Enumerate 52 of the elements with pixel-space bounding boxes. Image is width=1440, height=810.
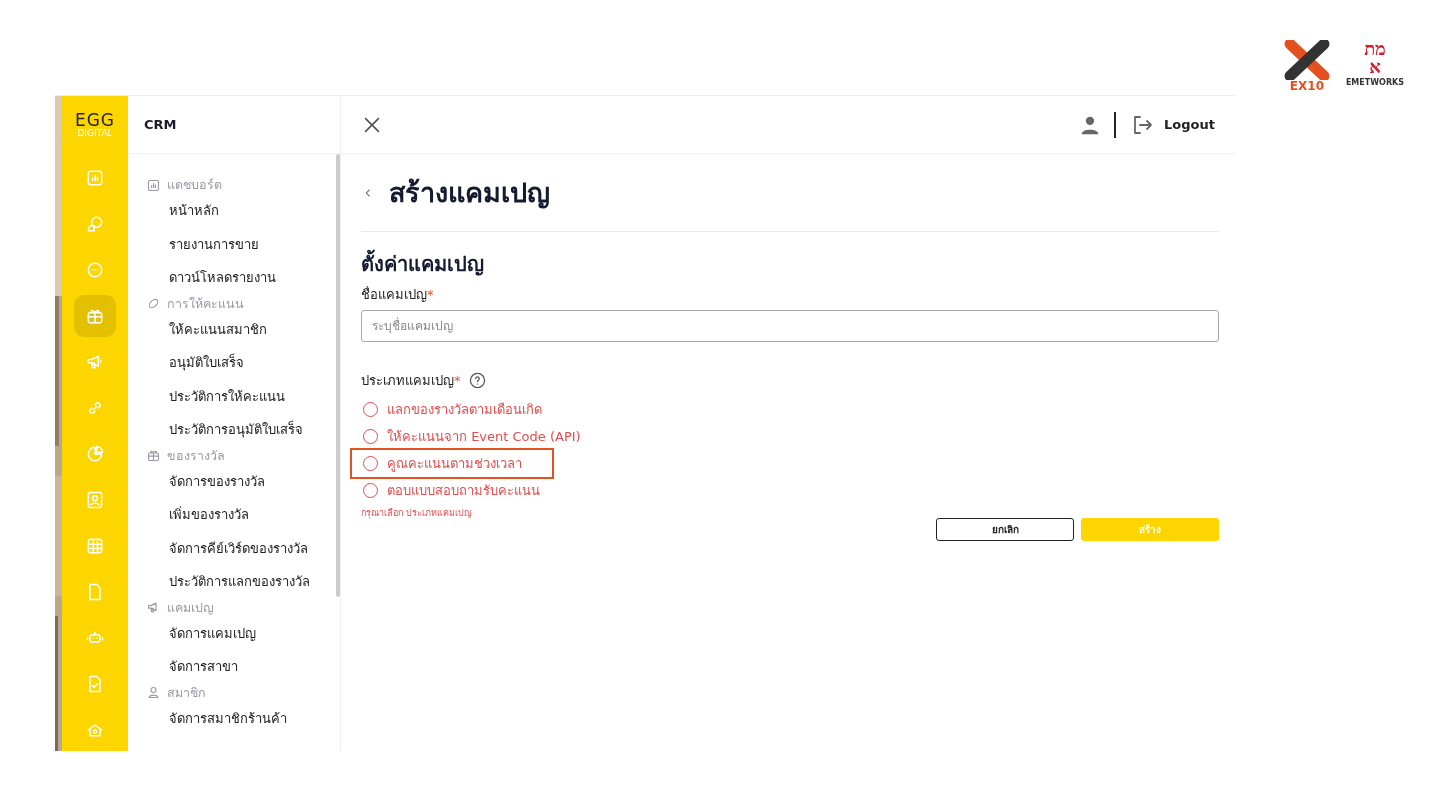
chat-icon — [85, 260, 105, 280]
menu-group-label: ของรางวัล — [167, 446, 225, 465]
gift-icon — [146, 448, 161, 463]
menu-item[interactable]: ประวัติการให้คะแนน — [169, 385, 285, 407]
menu-group-label: การให้คะแนน — [167, 294, 244, 313]
menu-item[interactable]: จัดการของรางวัล — [169, 470, 265, 492]
radio-option[interactable]: แลกของรางวัลตามเดือนเกิด — [361, 396, 548, 423]
grid-icon — [85, 536, 105, 556]
menu-item[interactable]: จัดการสาขา — [169, 656, 238, 678]
menu-item[interactable]: ดาวน์โหลดรายงาน — [169, 267, 276, 289]
megaphone-icon — [85, 352, 105, 372]
chat-bubbles-icon — [85, 214, 105, 234]
menu-item[interactable]: จัดการคีย์เวิร์ดของรางวัล — [169, 537, 308, 559]
bar-chart-icon — [146, 177, 161, 193]
logo-caption: EMETWORKS — [1345, 79, 1404, 87]
error-message: กรุณาเลือก ประเภทแคมเปญ — [361, 507, 473, 520]
field-label: ชื่อแคมเปญ* — [361, 285, 434, 304]
radio-option[interactable]: คูณคะแนนตามช่วงเวลา — [352, 450, 552, 477]
page-title: สร้างแคมเปญ — [389, 176, 550, 211]
menu-item[interactable]: หน้าหลัก — [169, 200, 219, 222]
menu-item[interactable]: ประวัติการแลกของรางวัล — [169, 571, 310, 593]
section-title: ตั้งค่าแคมเปญ — [361, 248, 1219, 280]
profile-card-icon — [85, 490, 105, 510]
brand-logo-text: DIGITAL — [77, 128, 113, 138]
menu-group-label: แคมเปญ — [167, 598, 214, 617]
rail-button[interactable] — [74, 295, 116, 337]
menu-item[interactable]: รายงานการขาย — [169, 233, 259, 255]
logo-text: EX10 — [1289, 80, 1324, 92]
menu-item[interactable]: ให้คะแนนสมาชิก — [169, 318, 267, 340]
menu-item[interactable]: อนุมัติใบเสร็จ — [169, 352, 244, 374]
menu-item[interactable]: ประวัติการอนุมัติใบเสร็จ — [169, 419, 303, 441]
logo-text: א — [1369, 58, 1381, 76]
app-title: CRM — [144, 117, 177, 132]
logout-button[interactable]: Logout — [1130, 112, 1215, 137]
radio-option[interactable]: ให้คะแนนจาก Event Code (API) — [361, 423, 587, 450]
menu-item[interactable]: เพิ่มของรางวัล — [169, 504, 249, 526]
field-label: ประเภทแคมเปญ* — [361, 372, 461, 390]
help-icon[interactable] — [468, 372, 486, 389]
menu-item[interactable]: จัดการสมาชิกร้านค้า — [169, 707, 287, 729]
cancel-button[interactable]: ยกเลิก — [936, 518, 1074, 541]
menu-item[interactable]: จัดการแคมเปญ — [169, 622, 256, 644]
menu-group-label: แดชบอร์ด — [167, 176, 222, 194]
user-icon[interactable] — [1080, 114, 1101, 135]
logo-text: מת — [1364, 40, 1386, 58]
bar-chart-icon — [85, 168, 105, 188]
radio-option[interactable]: ตอบแบบสอบถามรับคะแนน — [361, 477, 546, 504]
person-icon — [146, 685, 161, 700]
brand-logo-text: EGG — [74, 111, 116, 129]
pie-chart-icon — [85, 444, 105, 464]
menu-group-label: สมาชิก — [167, 683, 206, 702]
scrollbar[interactable] — [336, 154, 340, 597]
campaign-name-field[interactable]: ระบุชื่อแคมเปญ — [361, 310, 1219, 342]
